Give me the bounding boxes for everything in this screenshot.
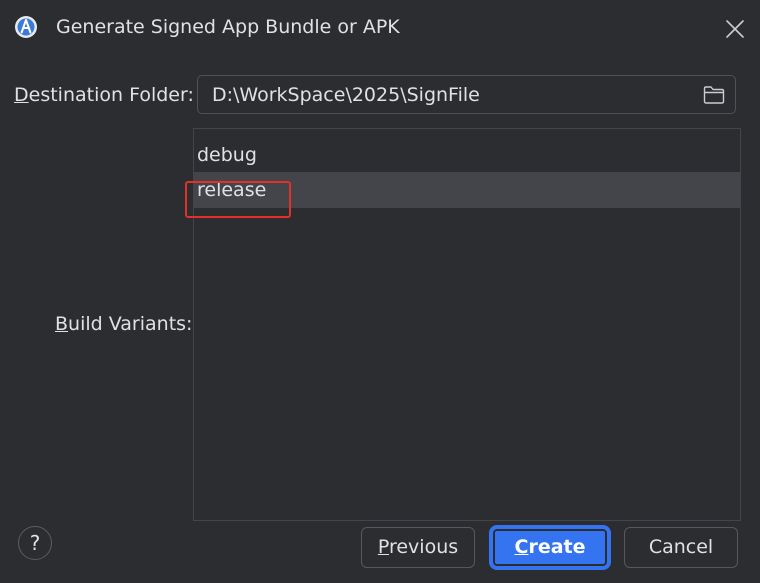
destination-label-mnemonic: D: [14, 84, 29, 106]
window-title: Generate Signed App Bundle or APK: [56, 16, 400, 38]
android-studio-icon: [14, 15, 38, 39]
destination-folder-value[interactable]: D:\WorkSpace\2025\SignFile: [212, 83, 480, 107]
destination-label-text: estination Folder:: [28, 84, 194, 106]
create-button-face[interactable]: Create: [495, 531, 605, 564]
create-button[interactable]: Create: [491, 527, 609, 568]
folder-icon[interactable]: [703, 85, 725, 105]
build-variants-label-mnemonic: B: [55, 313, 69, 335]
title-bar: Generate Signed App Bundle or APK: [0, 0, 760, 54]
annotation-highlight-box: [185, 181, 291, 218]
build-variants-label: Build Variants:: [55, 311, 192, 337]
create-mnemonic: C: [514, 536, 529, 558]
previous-mnemonic: P: [377, 536, 389, 558]
destination-folder-field[interactable]: D:\WorkSpace\2025\SignFile: [197, 75, 736, 114]
help-button[interactable]: ?: [18, 526, 52, 560]
generate-signed-bundle-dialog: Generate Signed App Bundle or APK Destin…: [0, 0, 760, 583]
previous-label: revious: [388, 536, 459, 558]
variant-item-debug[interactable]: debug: [194, 137, 740, 173]
destination-folder-label: Destination Folder:: [14, 82, 194, 108]
cancel-button[interactable]: Cancel: [624, 527, 738, 568]
close-icon[interactable]: [722, 16, 748, 42]
create-label: reate: [528, 536, 586, 558]
previous-button[interactable]: Previous: [361, 527, 475, 568]
build-variants-label-text: uild Variants:: [68, 313, 193, 335]
